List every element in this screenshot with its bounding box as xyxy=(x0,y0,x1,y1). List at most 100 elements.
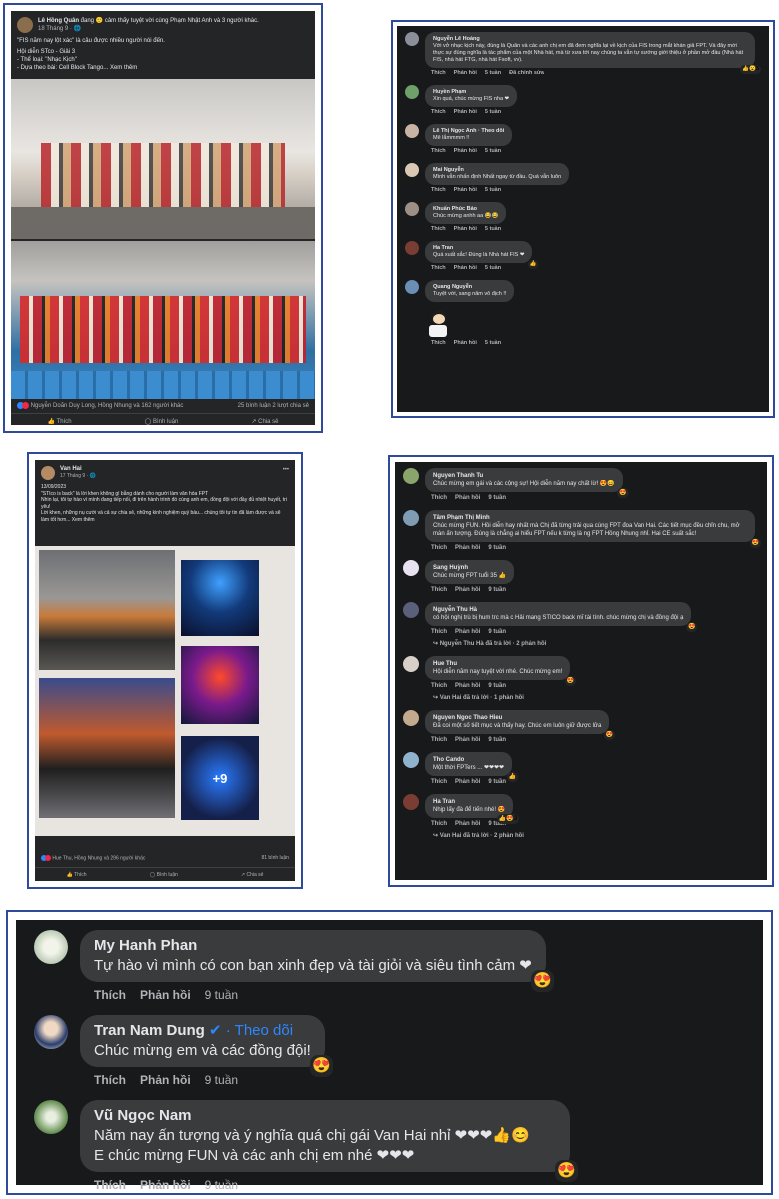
haha-reaction-icon[interactable]: 😍 xyxy=(531,970,554,992)
reply-link[interactable]: Phản hồi xyxy=(454,70,477,76)
like-link[interactable]: Thích xyxy=(431,148,446,154)
reaction-badge[interactable]: 😍 xyxy=(685,622,698,632)
reaction-badge[interactable]: 😍 xyxy=(603,730,616,740)
reply-link[interactable]: Phản hồi xyxy=(454,340,477,346)
like-link[interactable]: Thích xyxy=(431,545,447,551)
commenter-name[interactable]: Nguyễn Lê Hoàng xyxy=(433,36,747,43)
commenter-name[interactable]: Nguyễn Thu Hà xyxy=(433,606,683,614)
reply-link[interactable]: Phản hồi xyxy=(455,495,480,501)
post-body-line[interactable]: - Dựa theo bài: Cell Block Tango... Xem … xyxy=(17,64,309,72)
view-replies-link[interactable]: ↪ Van Hai đã trả lời · 2 phản hồi xyxy=(433,832,759,840)
avatar[interactable] xyxy=(34,930,68,964)
post-photo-1[interactable] xyxy=(11,79,315,239)
sticker-image[interactable] xyxy=(425,310,451,338)
like-link[interactable]: Thích xyxy=(431,779,447,785)
reaction-badge[interactable]: 👍😍3 xyxy=(496,814,520,824)
commenter-name[interactable]: Tho Cando xyxy=(433,756,504,764)
post-time[interactable]: 17 Tháng 9 · 🌐 xyxy=(60,472,278,480)
comment-time[interactable]: 5 tuần xyxy=(485,148,501,154)
like-link[interactable]: Thích xyxy=(431,737,447,743)
commenter-name[interactable]: Mai Nguyễn xyxy=(433,167,561,174)
reply-link[interactable]: Phản hồi xyxy=(455,629,480,635)
avatar[interactable] xyxy=(403,510,419,526)
like-link[interactable]: Thích xyxy=(431,495,447,501)
avatar[interactable] xyxy=(405,163,419,177)
comment-time[interactable]: 5 tuần xyxy=(485,265,501,271)
reaction-badge[interactable]: 👍😮3 xyxy=(740,65,761,74)
commenter-name[interactable]: Sang Huỳnh xyxy=(433,564,506,572)
reaction-badge[interactable]: 😍 xyxy=(564,676,577,686)
commenter-name[interactable]: Tâm Phạm Thị Minh xyxy=(433,514,747,522)
comment-time[interactable]: 5 tuần xyxy=(485,109,501,115)
comment-time[interactable]: 9 tuần xyxy=(205,1073,238,1087)
commenter-name[interactable]: Vũ Ngọc Nam xyxy=(94,1106,530,1126)
reply-link[interactable]: Phản hồi xyxy=(455,737,480,743)
reply-link[interactable]: Phản hồi xyxy=(140,988,191,1002)
reply-link[interactable]: Phản hồi xyxy=(140,1178,191,1192)
reaction-badge[interactable]: 👍 xyxy=(506,772,519,782)
avatar[interactable] xyxy=(403,794,419,810)
like-link[interactable]: Thích xyxy=(431,187,446,193)
reply-link[interactable]: Phản hồi xyxy=(454,109,477,115)
comment-time[interactable]: 9 tuần xyxy=(488,495,506,501)
comment-time[interactable]: 9 tuần xyxy=(488,779,506,785)
reply-link[interactable]: Phản hồi xyxy=(454,226,477,232)
comment-time[interactable]: 9 tuần xyxy=(488,737,506,743)
commenter-name[interactable]: Huyền Phạm xyxy=(433,89,509,96)
reply-link[interactable]: Phản hồi xyxy=(455,683,480,689)
comment-time[interactable]: 9 tuần xyxy=(488,629,506,635)
haha-reaction-icon[interactable]: 😍 xyxy=(555,1160,578,1182)
avatar[interactable] xyxy=(41,466,55,480)
comment-time[interactable]: 9 tuần xyxy=(205,988,238,1002)
reply-link[interactable]: Phản hồi xyxy=(455,545,480,551)
reply-link[interactable]: Phản hồi xyxy=(454,265,477,271)
reply-link[interactable]: Phản hồi xyxy=(140,1073,191,1087)
comment-time[interactable]: 9 tuần xyxy=(488,587,506,593)
comment-time[interactable]: 5 tuần xyxy=(485,226,501,232)
post-author[interactable]: Lê Hồng Quân xyxy=(38,18,79,24)
more-options-icon[interactable]: ••• xyxy=(283,466,289,474)
commenter-name[interactable]: My Hanh Phan xyxy=(94,936,532,956)
avatar[interactable] xyxy=(34,1100,68,1134)
avatar[interactable] xyxy=(403,468,419,484)
avatar[interactable] xyxy=(17,17,33,33)
avatar[interactable] xyxy=(34,1015,68,1049)
commenter-name[interactable]: Ha Tran xyxy=(433,245,524,252)
comment-share-count[interactable]: 25 bình luận 2 lượt chia sẻ xyxy=(238,403,309,409)
grid-photo[interactable] xyxy=(181,646,259,724)
commenter-name[interactable]: Ha Tran xyxy=(433,798,505,806)
like-link[interactable]: Thích xyxy=(431,226,446,232)
commenter-name[interactable]: Tran Nam Dung xyxy=(94,1022,205,1039)
post-photo-2[interactable] xyxy=(11,241,315,399)
comment-count[interactable]: 81 bình luận xyxy=(261,855,289,861)
commenter-name[interactable]: Hue Thu xyxy=(433,660,562,668)
reaction-badge[interactable]: 👍 xyxy=(527,260,539,269)
reaction-badge[interactable]: 😍 xyxy=(749,538,761,548)
comment-time[interactable]: 5 tuần xyxy=(485,70,501,76)
like-link[interactable]: Thích xyxy=(431,70,446,76)
like-link[interactable]: Thích xyxy=(94,988,126,1002)
reply-link[interactable]: Phản hồi xyxy=(454,187,477,193)
view-replies-link[interactable]: ↪ Van Hai đã trả lời · 1 phản hồi xyxy=(433,694,759,702)
avatar[interactable] xyxy=(403,560,419,576)
like-link[interactable]: Thích xyxy=(431,683,447,689)
grid-photo[interactable] xyxy=(39,678,175,818)
comment-time[interactable]: 9 tuần xyxy=(488,683,506,689)
avatar[interactable] xyxy=(405,202,419,216)
like-link[interactable]: Thích xyxy=(431,109,446,115)
like-link[interactable]: Thích xyxy=(431,629,447,635)
like-button[interactable]: 👍 Thích xyxy=(67,872,87,878)
reply-link[interactable]: Phản hồi xyxy=(454,148,477,154)
avatar[interactable] xyxy=(405,241,419,255)
like-link[interactable]: Thích xyxy=(431,821,447,827)
like-button[interactable]: 👍 Thích xyxy=(48,418,72,425)
comment-button[interactable]: ◯ Bình luận xyxy=(150,872,178,878)
reaction-summary[interactable]: Hue Thu, Hồng Nhung và 296 người khác xyxy=(41,855,145,861)
share-button[interactable]: ↗ Chia sẻ xyxy=(241,872,264,878)
reply-link[interactable]: Phản hồi xyxy=(455,821,480,827)
avatar[interactable] xyxy=(405,85,419,99)
comment-time[interactable]: 9 tuần xyxy=(488,545,506,551)
grid-photo-more[interactable]: +9 xyxy=(181,736,259,820)
commenter-name[interactable]: Quang Nguyễn xyxy=(433,284,506,291)
comment-time[interactable]: 5 tuần xyxy=(485,340,501,346)
